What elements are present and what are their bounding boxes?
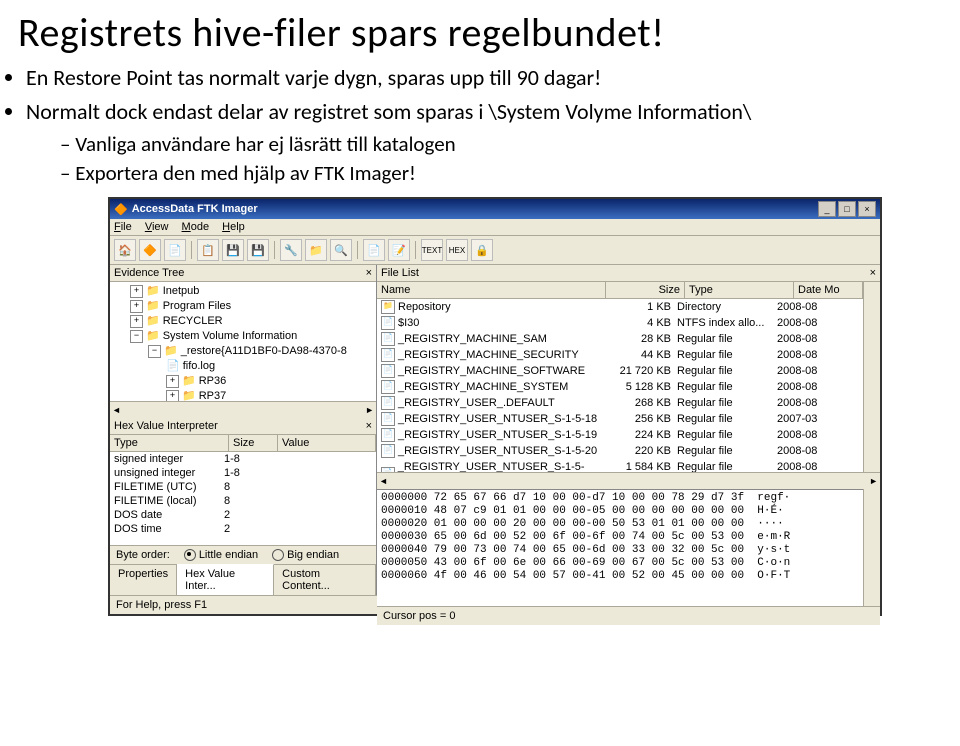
hv-col-value[interactable]: Value <box>278 435 376 451</box>
file-row[interactable]: 📄_REGISTRY_MACHINE_SECURITY44 KBRegular … <box>377 347 863 363</box>
tool-4[interactable]: 📋 <box>197 239 219 261</box>
maximize-button[interactable]: □ <box>838 201 856 217</box>
tool-10[interactable]: 📄 <box>363 239 385 261</box>
page-title: Registrets hive-filer spars regelbundet! <box>0 0 960 63</box>
hv-col-size[interactable]: Size <box>229 435 278 451</box>
file-list-vscroll[interactable] <box>863 282 880 472</box>
sub-bullet-2: Exportera den med hjälp av FTK Imager! <box>60 159 960 187</box>
evidence-tree-close-icon[interactable]: × <box>366 267 372 279</box>
bullet-list: En Restore Point tas normalt varje dygn,… <box>26 63 960 187</box>
cursor-pos: Cursor pos = 0 <box>383 610 455 622</box>
evidence-tree[interactable]: +📁Inetpub +📁Program Files +📁RECYCLER −📁S… <box>110 282 376 401</box>
tool-hex[interactable]: HEX <box>446 239 468 261</box>
app-icon: 🔶 <box>114 203 128 216</box>
tool-6[interactable]: 💾 <box>247 239 269 261</box>
file-icon: 📁 <box>381 300 395 314</box>
menu-file[interactable]: File <box>114 221 132 233</box>
fl-col-name[interactable]: Name <box>377 282 606 298</box>
tool-8[interactable]: 📁 <box>305 239 327 261</box>
close-button[interactable]: × <box>858 201 876 217</box>
file-row[interactable]: 📄_REGISTRY_USER_.DEFAULT268 KBRegular fi… <box>377 395 863 411</box>
tool-7[interactable]: 🔧 <box>280 239 302 261</box>
tool-1[interactable]: 🏠 <box>114 239 136 261</box>
hex-interpreter-close-icon[interactable]: × <box>366 420 372 432</box>
file-row[interactable]: 📄_REGISTRY_USER_NTUSER_S-1-5-18256 KBReg… <box>377 411 863 427</box>
file-icon: 📄 <box>381 364 395 378</box>
bullet-2: Normalt dock endast delar av registret s… <box>26 97 960 187</box>
tab-custom-content[interactable]: Custom Content... <box>274 565 376 595</box>
byte-order-label: Byte order: <box>116 549 170 561</box>
file-row[interactable]: 📄_REGISTRY_MACHINE_SOFTWARE21 720 KBRegu… <box>377 363 863 379</box>
file-list-header: File List × <box>377 265 880 282</box>
file-list[interactable]: Name Size Type Date Mo 📁Repository1 KBDi… <box>377 282 863 472</box>
radio-little-endian[interactable]: Little endian <box>184 549 258 561</box>
file-row[interactable]: 📄$I304 KBNTFS index allo...2008-08 <box>377 315 863 331</box>
fl-col-size[interactable]: Size <box>606 282 685 298</box>
hex-interpreter-label: Hex Value Interpreter <box>114 420 218 432</box>
file-icon: 📄 <box>381 428 395 442</box>
file-list-label: File List <box>381 267 419 279</box>
tool-text[interactable]: TEXT <box>421 239 443 261</box>
radio-big-endian[interactable]: Big endian <box>272 549 339 561</box>
hv-col-type[interactable]: Type <box>110 435 229 451</box>
file-icon: 📄 <box>381 332 395 346</box>
file-icon: 📄 <box>381 380 395 394</box>
cursor-panel: Cursor pos = 0 <box>377 606 880 625</box>
tab-properties[interactable]: Properties <box>110 565 177 595</box>
menu-view[interactable]: View <box>145 221 169 233</box>
title-bar: 🔶 AccessData FTK Imager _ □ × <box>110 199 880 219</box>
menu-mode[interactable]: Mode <box>182 221 210 233</box>
byte-order-panel: Byte order: Little endian Big endian <box>110 545 376 564</box>
hex-dump[interactable]: 0000000 72 65 67 66 d7 10 00 00-d7 10 00… <box>377 489 863 606</box>
sub-bullet-1: Vanliga användare har ej läsrätt till ka… <box>60 130 960 158</box>
file-list-hscroll[interactable]: ◄► <box>377 472 880 489</box>
status-text: For Help, press F1 <box>116 599 207 611</box>
tool-3[interactable]: 📄 <box>164 239 186 261</box>
menu-bar: File View Mode Help <box>110 219 880 236</box>
evidence-tree-label: Evidence Tree <box>114 267 184 279</box>
hex-interpreter-header: Hex Value Interpreter × <box>110 418 376 435</box>
file-icon: 📄 <box>381 396 395 410</box>
tree-hscroll[interactable]: ◄► <box>110 401 376 418</box>
file-icon: 📄 <box>381 444 395 458</box>
tool-2[interactable]: 🔶 <box>139 239 161 261</box>
minimize-button[interactable]: _ <box>818 201 836 217</box>
fl-col-date[interactable]: Date Mo <box>794 282 863 298</box>
file-row[interactable]: 📄_REGISTRY_USER_NTUSER_S-1-5-19224 KBReg… <box>377 427 863 443</box>
file-list-close-icon[interactable]: × <box>870 267 876 279</box>
file-icon: 📄 <box>381 412 395 426</box>
evidence-tree-header: Evidence Tree × <box>110 265 376 282</box>
file-row[interactable]: 📁Repository1 KBDirectory2008-08 <box>377 299 863 315</box>
fl-col-type[interactable]: Type <box>685 282 794 298</box>
file-row[interactable]: 📄_REGISTRY_USER_NTUSER_S-1-5-21...1 584 … <box>377 459 863 472</box>
file-row[interactable]: 📄_REGISTRY_USER_NTUSER_S-1-5-20220 KBReg… <box>377 443 863 459</box>
hex-interpreter-table[interactable]: signed integer1-8 unsigned integer1-8 FI… <box>110 452 376 545</box>
bottom-tabs: Properties Hex Value Inter... Custom Con… <box>110 564 376 595</box>
tool-5[interactable]: 💾 <box>222 239 244 261</box>
app-title: AccessData FTK Imager <box>132 203 258 215</box>
hex-vscroll[interactable] <box>863 489 880 606</box>
tab-hex-value[interactable]: Hex Value Inter... <box>177 564 274 595</box>
toolbar: 🏠 🔶 📄 📋 💾 💾 🔧 📁 🔍 📄 📝 TEXT HEX 🔒 <box>110 236 880 265</box>
tool-12[interactable]: 🔒 <box>471 239 493 261</box>
file-row[interactable]: 📄_REGISTRY_MACHINE_SYSTEM5 128 KBRegular… <box>377 379 863 395</box>
tool-11[interactable]: 📝 <box>388 239 410 261</box>
bullet-1: En Restore Point tas normalt varje dygn,… <box>26 63 960 93</box>
tool-9[interactable]: 🔍 <box>330 239 352 261</box>
menu-help[interactable]: Help <box>222 221 245 233</box>
file-icon: 📄 <box>381 316 395 330</box>
file-icon: 📄 <box>381 348 395 362</box>
file-row[interactable]: 📄_REGISTRY_MACHINE_SAM28 KBRegular file2… <box>377 331 863 347</box>
ftk-imager-window: 🔶 AccessData FTK Imager _ □ × File View M… <box>108 197 882 616</box>
